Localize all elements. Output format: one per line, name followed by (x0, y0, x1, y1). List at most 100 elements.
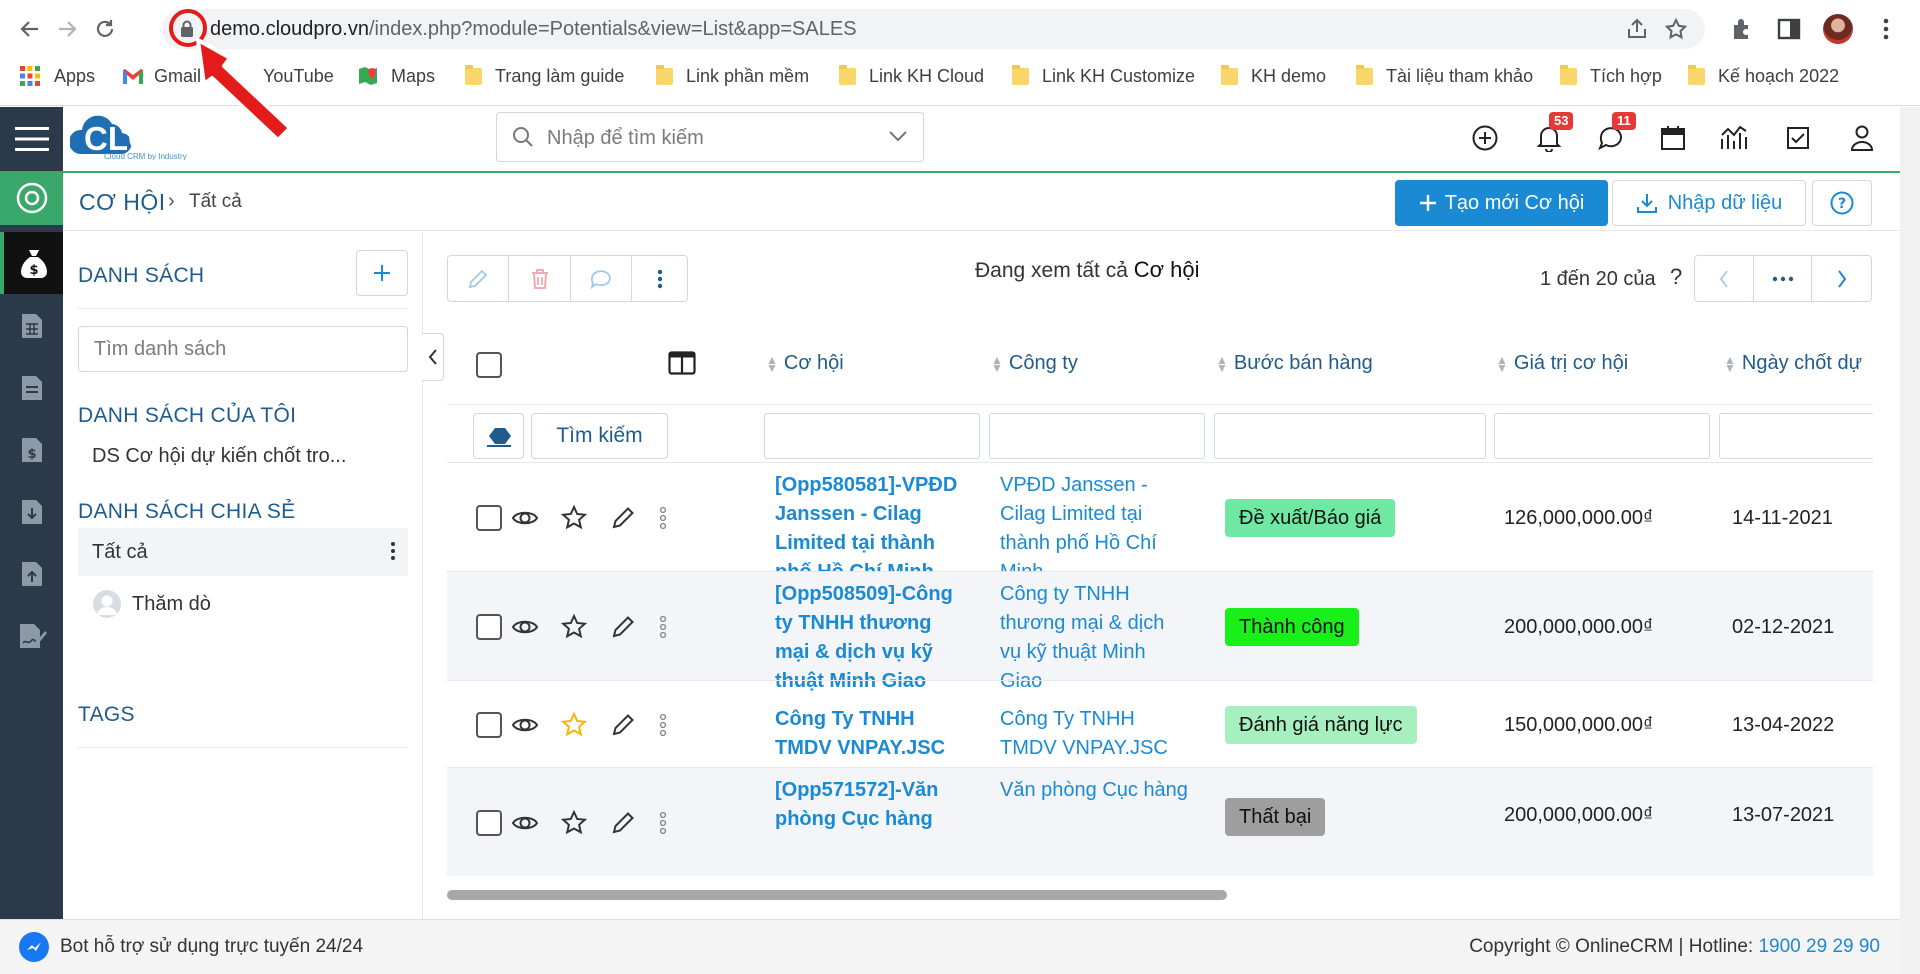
column-header-company[interactable]: ▲ ▼ Công ty (991, 352, 1078, 375)
import-doc-icon[interactable] (20, 498, 44, 526)
next-page-button[interactable] (1812, 256, 1871, 301)
star-icon[interactable] (560, 711, 588, 739)
kebab-menu-icon[interactable] (649, 613, 677, 641)
collapse-panel-button[interactable] (422, 333, 444, 381)
kebab-menu-icon[interactable] (649, 809, 677, 837)
chevron-down-icon[interactable] (889, 130, 907, 142)
user-profile-button[interactable] (1847, 123, 1877, 153)
bookmark-youtube[interactable]: YouTube (225, 63, 334, 89)
list-item-my-list[interactable]: DS Cơ hội dự kiến chốt tro... (78, 432, 408, 480)
bookmark-folder[interactable]: KH demo (1221, 63, 1326, 89)
star-icon[interactable] (560, 809, 588, 837)
eye-icon[interactable] (511, 504, 539, 532)
total-count-button[interactable]: ? (1670, 264, 1682, 290)
filter-amount-input[interactable] (1494, 413, 1710, 459)
export-doc-icon[interactable] (20, 560, 44, 588)
tasks-button[interactable] (1783, 123, 1813, 153)
reload-button[interactable] (89, 13, 121, 45)
bookmark-apps[interactable]: Apps (20, 63, 95, 89)
opportunity-link[interactable]: Công Ty TNHH TMDV VNPAY.JSC (775, 705, 965, 763)
kebab-menu-icon[interactable] (390, 540, 396, 562)
profile-avatar[interactable] (1823, 14, 1853, 44)
extensions-icon[interactable] (1729, 16, 1755, 42)
bookmark-folder[interactable]: Trang làm guide (465, 63, 624, 89)
signature-icon[interactable] (18, 622, 47, 650)
hotline-link[interactable]: 1900 29 29 90 (1758, 936, 1880, 957)
kebab-menu-icon[interactable] (1873, 16, 1899, 42)
eye-icon[interactable] (511, 809, 539, 837)
breadcrumb-module[interactable]: CƠ HỘI (79, 189, 166, 216)
company-link[interactable]: Công Ty TNHH TMDV VNPAY.JSC (1000, 705, 1190, 763)
menu-toggle-button[interactable] (0, 107, 63, 171)
rail-item-opportunities[interactable]: $ (0, 232, 63, 294)
company-link[interactable]: VPĐD Janssen - Cilag Limited tại thành p… (1000, 471, 1190, 587)
star-icon[interactable] (1664, 17, 1688, 41)
table-row[interactable]: [Opp508509]-Công ty TNHH thương mại & dị… (447, 571, 1873, 692)
bookmark-folder[interactable]: Kế hoạch 2022 (1688, 63, 1839, 89)
opportunity-link[interactable]: [Opp508509]-Công ty TNHH thương mại & dị… (775, 580, 965, 696)
row-checkbox[interactable] (476, 504, 502, 531)
side-panel-icon[interactable] (1776, 16, 1802, 42)
calendar-button[interactable] (1658, 123, 1688, 153)
bookmark-folder[interactable]: Tích hợp (1560, 63, 1662, 89)
pencil-icon[interactable] (609, 504, 637, 532)
quote-dollar-icon[interactable]: $ (20, 436, 44, 464)
import-data-button[interactable]: Nhập dữ liệu (1612, 180, 1806, 226)
company-link[interactable]: Công ty TNHH thương mại & dịch vụ kỹ thu… (1000, 580, 1190, 696)
list-item-probe[interactable]: Thăm dò (78, 580, 408, 628)
pencil-icon[interactable] (609, 809, 637, 837)
star-icon[interactable] (560, 504, 588, 532)
opportunity-link[interactable]: [Opp580581]-VPĐD Janssen - Cilag Limited… (775, 471, 965, 587)
cloudpro-logo[interactable]: CLOUDPRO Cloud CRM by Industry (68, 110, 300, 161)
quick-create-button[interactable] (1470, 123, 1500, 153)
select-all-checkbox[interactable] (476, 352, 502, 378)
row-checkbox[interactable] (476, 711, 502, 738)
filter-close-date-input[interactable] (1719, 413, 1873, 459)
lock-icon[interactable] (180, 20, 194, 38)
comment-button[interactable] (571, 256, 633, 301)
column-header-close-date[interactable]: ▲ ▼ Ngày chốt dự (1724, 352, 1862, 375)
add-list-button[interactable] (356, 250, 408, 296)
row-checkbox[interactable] (476, 613, 502, 640)
pencil-icon[interactable] (609, 613, 637, 641)
opportunity-link[interactable]: [Opp571572]-Văn phòng Cục hàng (775, 776, 965, 834)
edit-button[interactable] (448, 256, 510, 301)
bookmark-folder[interactable]: Tài liệu tham khảo (1356, 63, 1533, 89)
kebab-menu-icon[interactable] (649, 504, 677, 532)
bookmark-gmail[interactable]: Gmail (122, 63, 201, 89)
kebab-menu-icon[interactable] (649, 711, 677, 739)
table-row[interactable]: [Opp571572]-Văn phòng Cục hàng Văn phòng … (447, 767, 1873, 876)
back-button[interactable] (14, 13, 46, 45)
bookmark-folder[interactable]: Link KH Cloud (839, 63, 984, 89)
eye-icon[interactable] (511, 613, 539, 641)
search-button[interactable]: Tìm kiếm (531, 413, 668, 459)
invoice-grid-icon[interactable] (20, 312, 44, 340)
filter-company-input[interactable] (989, 413, 1205, 459)
table-row[interactable]: [Opp580581]-VPĐD Janssen - Cilag Limited… (447, 462, 1873, 583)
star-icon[interactable] (560, 613, 588, 641)
bookmark-folder[interactable]: Link KH Customize (1012, 63, 1195, 89)
filter-sales-stage-input[interactable] (1214, 413, 1486, 459)
horizontal-scrollbar[interactable] (447, 890, 1227, 900)
filter-opportunity-input[interactable] (764, 413, 980, 459)
eye-icon[interactable] (511, 711, 539, 739)
column-layout-icon[interactable] (668, 351, 696, 375)
bookmark-maps[interactable]: Maps (357, 63, 435, 89)
row-checkbox[interactable] (476, 809, 502, 836)
column-header-opportunity[interactable]: ▲ ▼ Cơ hội (766, 352, 844, 375)
global-search-input[interactable] (547, 125, 867, 151)
messenger-button[interactable] (19, 932, 49, 962)
delete-button[interactable] (509, 256, 571, 301)
column-header-sales-stage[interactable]: ▲ ▼ Bước bán hàng (1216, 352, 1373, 375)
pencil-icon[interactable] (609, 711, 637, 739)
clear-filters-button[interactable] (473, 413, 524, 459)
forward-button[interactable] (51, 13, 83, 45)
global-search[interactable] (496, 112, 924, 162)
column-header-amount[interactable]: ▲ ▼ Giá trị cơ hội (1496, 352, 1628, 375)
address-bar[interactable]: demo.cloudpro.vn/index.php?module=Potent… (162, 9, 1705, 49)
list-search-input[interactable] (78, 326, 408, 372)
table-row[interactable]: Công Ty TNHH TMDV VNPAY.JSC Công Ty TNHH … (447, 680, 1873, 767)
rail-app-switch[interactable] (0, 171, 63, 225)
document-icon[interactable] (20, 374, 44, 402)
more-actions-button[interactable] (632, 256, 687, 301)
